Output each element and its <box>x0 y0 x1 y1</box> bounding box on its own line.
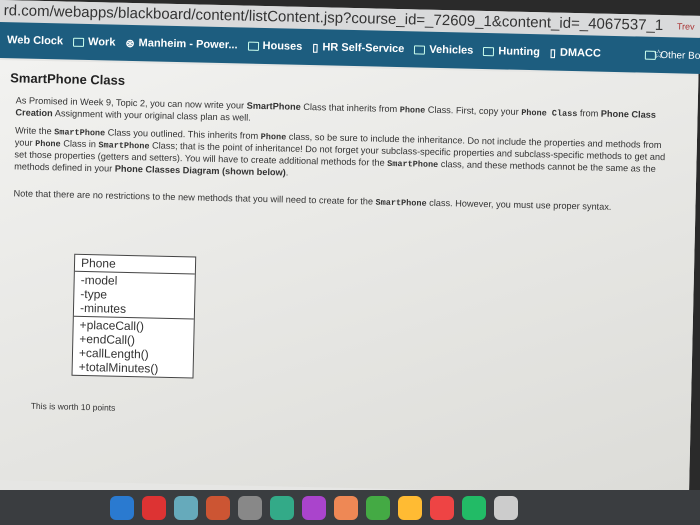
dock-app-icon[interactable] <box>142 495 166 520</box>
bookmark-vehicles[interactable]: Vehicles <box>414 43 473 57</box>
dock-app-icon[interactable] <box>302 495 326 520</box>
dock-app-icon[interactable] <box>206 495 230 520</box>
dock-app-icon[interactable] <box>334 495 358 520</box>
bookmark-web-clock[interactable]: Web Clock <box>7 34 63 47</box>
bookmark-dmacc[interactable]: ▯ DMACC <box>550 46 601 60</box>
bookmark-hunting[interactable]: Hunting <box>483 45 540 58</box>
dock-app-icon[interactable] <box>238 495 262 520</box>
dock-app-icon[interactable] <box>430 495 454 520</box>
page-title: SmartPhone Class <box>10 70 126 88</box>
dock-app-icon[interactable] <box>110 495 134 520</box>
browser-window: rd.com/webapps/blackboard/content/listCo… <box>0 0 700 506</box>
dock-app-icon[interactable] <box>366 495 390 520</box>
class-methods: +placeCall() +endCall() +callLength() +t… <box>78 317 159 376</box>
page-icon: ▯ <box>312 41 319 54</box>
phone-class-diagram: Phone -model -type -minutes +placeCall()… <box>71 253 197 379</box>
dock-app-icon[interactable] <box>174 495 198 520</box>
extension-label[interactable]: Trev <box>677 21 695 31</box>
dock-app-icon[interactable] <box>270 495 294 520</box>
dock-app-icon[interactable] <box>462 495 486 520</box>
points-note: This is worth 10 points <box>30 400 116 413</box>
dock-app-icon[interactable] <box>398 495 422 520</box>
bookmark-manheim[interactable]: ⊛ Manheim - Power... <box>125 36 238 52</box>
dock <box>0 490 700 525</box>
class-attributes: -model -type -minutes <box>73 271 195 320</box>
dock-app-icon[interactable] <box>494 495 518 520</box>
page-icon: ▯ <box>549 46 557 60</box>
folder-icon <box>414 44 426 55</box>
globe-icon: ⊛ <box>125 37 135 50</box>
folder-icon <box>73 37 85 47</box>
folder-icon <box>483 46 495 56</box>
bookmark-hr-self-service[interactable]: ▯ HR Self-Service <box>312 41 404 56</box>
bookmark-houses[interactable]: Houses <box>247 40 302 53</box>
bookmark-star-icon[interactable]: ☆ <box>653 47 664 61</box>
bookmark-work[interactable]: Work <box>73 36 116 49</box>
folder-icon <box>247 41 259 51</box>
